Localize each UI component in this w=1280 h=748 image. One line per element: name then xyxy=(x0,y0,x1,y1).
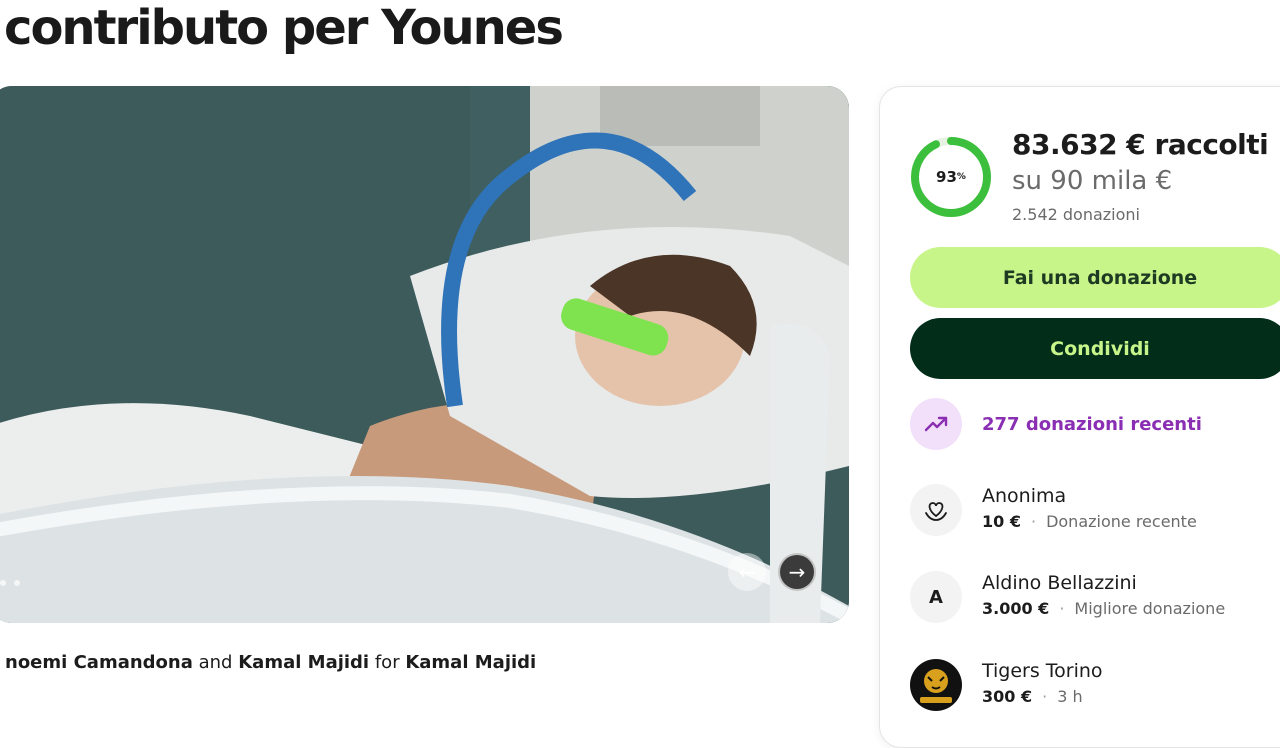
meta-separator: · xyxy=(1059,599,1065,618)
trending-up-icon xyxy=(910,398,962,450)
carousel-dot[interactable] xyxy=(14,580,20,586)
donor-name: Tigers Torino xyxy=(982,660,1103,682)
donor-note: 3 h xyxy=(1057,687,1083,706)
donor-amount: 300 € xyxy=(982,687,1033,706)
donation-count: 2.542 donazioni xyxy=(1012,205,1140,224)
donor-item: Anonima 10 € · Donazione recente xyxy=(910,484,1197,536)
carousel-dots xyxy=(0,580,20,586)
recent-donations-link[interactable]: 277 donazioni recenti xyxy=(910,398,1202,450)
carousel-next-button[interactable]: → xyxy=(778,553,816,591)
share-button[interactable]: Condividi xyxy=(910,318,1280,379)
meta-separator: · xyxy=(1030,512,1037,531)
organizer-name[interactable]: noemi Camandona xyxy=(5,652,193,673)
donor-name: Aldino Bellazzini xyxy=(982,572,1137,594)
donor-note: Migliore donazione xyxy=(1074,599,1226,618)
heart-hands-icon xyxy=(910,484,962,536)
donor-note: Donazione recente xyxy=(1046,512,1197,531)
page-title: contributo per Younes xyxy=(4,0,564,56)
progress-percent: 93% xyxy=(910,136,992,218)
organizer-name-2[interactable]: Kamal Majidi xyxy=(238,652,369,673)
meta-separator: · xyxy=(1042,687,1048,706)
arrow-right-icon: → xyxy=(788,560,806,584)
recent-donations-label: 277 donazioni recenti xyxy=(982,413,1202,435)
donor-item: A Aldino Bellazzini 3.000 € · Migliore don… xyxy=(910,571,1225,623)
donor-amount: 10 € xyxy=(982,512,1021,531)
tiger-logo-icon xyxy=(910,659,962,711)
percent-sign: % xyxy=(956,172,966,182)
arrow-left-icon: ← xyxy=(738,560,756,584)
donate-button[interactable]: Fai una donazione xyxy=(910,247,1280,308)
amount-raised: 83.632 € raccolti xyxy=(1012,128,1269,161)
donor-name: Anonima xyxy=(982,485,1067,507)
organizer-line: noemi Camandona and Kamal Majidi for Kam… xyxy=(5,652,536,673)
percent-value: 93 xyxy=(936,168,957,186)
organizer-and: and xyxy=(198,652,233,673)
carousel-dot[interactable] xyxy=(0,580,6,586)
photo-carousel[interactable]: ← → xyxy=(0,86,849,623)
avatar: A xyxy=(910,571,962,623)
donor-item: Tigers Torino 300 € · 3 h xyxy=(910,659,1103,711)
goal-amount: su 90 mila € xyxy=(1012,166,1173,196)
organizer-for: for xyxy=(374,652,400,673)
fundraiser-photo xyxy=(0,86,849,623)
beneficiary-name[interactable]: Kamal Majidi xyxy=(405,652,536,673)
donor-amount: 3.000 € xyxy=(982,599,1050,618)
carousel-prev-button[interactable]: ← xyxy=(728,553,766,591)
